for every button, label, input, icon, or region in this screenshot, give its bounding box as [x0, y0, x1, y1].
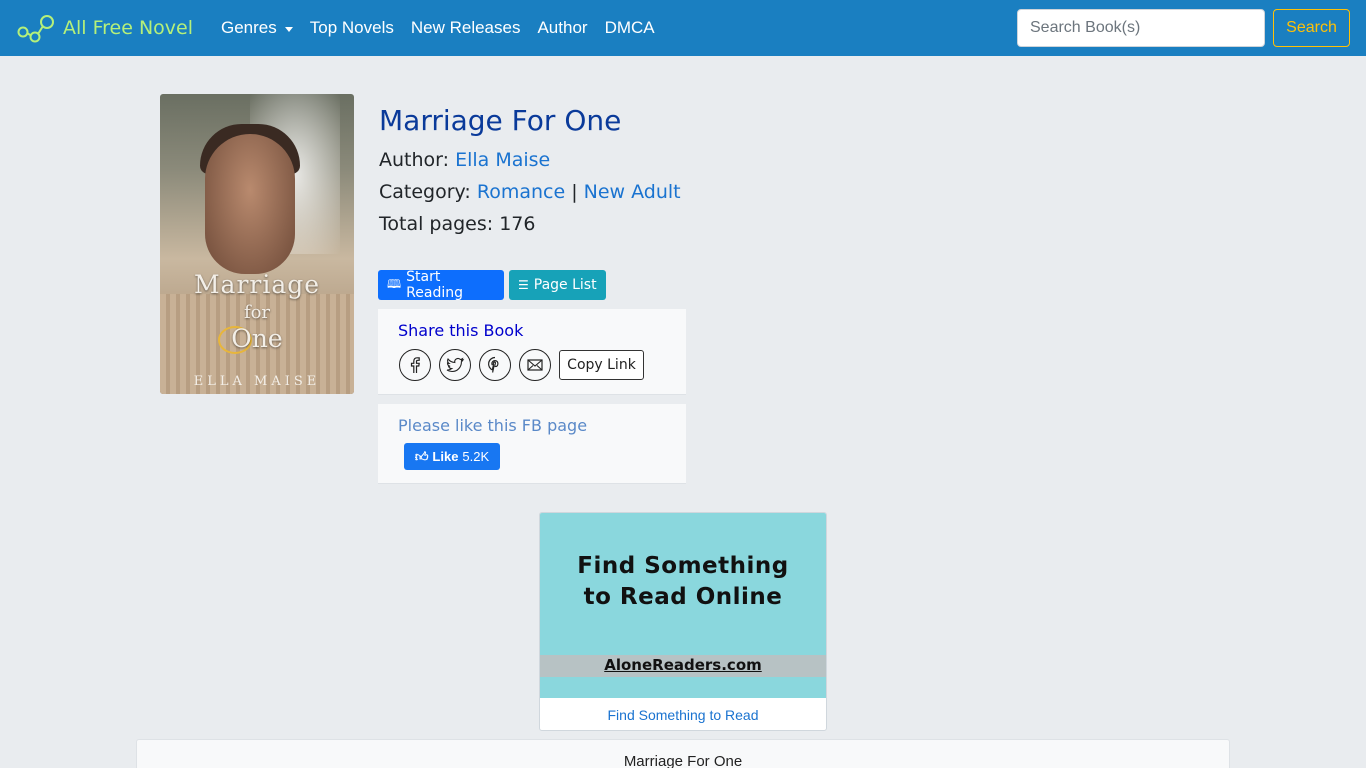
book-pages-line: Total pages: 176 — [379, 213, 535, 235]
thumbs-up-icon: 👍︎ — [414, 448, 429, 464]
copy-link-button[interactable]: Copy Link — [559, 350, 644, 380]
facebook-like-panel: Please like this FB page 👍︎ Like 5.2K — [378, 404, 686, 484]
brand-logo-icon — [17, 15, 54, 43]
facebook-icon — [410, 357, 420, 373]
cover-title-line2: for — [243, 302, 271, 323]
nav-genres-label: Genres — [221, 18, 277, 37]
page-list-button[interactable]: ☰ Page List — [509, 270, 606, 300]
ad-banner[interactable]: Find Something to Read Online AloneReade… — [539, 512, 827, 731]
pinterest-share-icon[interactable] — [479, 349, 511, 381]
category-separator: | — [565, 181, 584, 203]
ad-site-name: AloneReaders.com — [604, 656, 762, 674]
brand-logo-link[interactable]: All Free Novel — [17, 12, 193, 44]
book-author-line: Author: Ella Maise — [379, 149, 550, 171]
page-list-label: Page List — [533, 277, 597, 293]
cover-title-line3: One — [231, 324, 283, 353]
category-label: Category: — [379, 181, 477, 203]
ad-headline: Find Something to Read Online — [540, 551, 826, 613]
nav-links: Genres Top Novels New Releases Author DM… — [221, 0, 672, 56]
ad-headline-line1: Find Something — [577, 553, 789, 579]
cover-author: ELLA MAISE — [193, 374, 321, 389]
search-input[interactable] — [1017, 9, 1265, 47]
cover-face — [205, 134, 295, 274]
pinterest-icon — [488, 356, 499, 373]
envelope-icon — [527, 359, 543, 371]
caret-down-icon — [284, 26, 293, 32]
book-description-card: Marriage For One — [136, 739, 1230, 768]
fb-like-count: 5.2K — [462, 449, 490, 464]
start-reading-button[interactable]: 🕮 Start Reading — [378, 269, 504, 301]
nav-genres-dropdown[interactable]: Genres — [221, 18, 293, 38]
nav-new-releases[interactable]: New Releases — [411, 18, 521, 38]
fb-like-title: Please like this FB page — [398, 416, 588, 435]
search-button[interactable]: Search — [1273, 9, 1350, 47]
category-link-romance[interactable]: Romance — [477, 181, 565, 203]
cover-title-line1: Marriage — [193, 270, 321, 299]
book-category-line: Category: Romance | New Adult — [379, 181, 681, 203]
share-panel: Share this Book Copy Link — [378, 309, 686, 395]
brand-name: All Free Novel — [63, 17, 194, 39]
nav-dmca[interactable]: DMCA — [605, 18, 655, 38]
nav-top-novels[interactable]: Top Novels — [310, 18, 394, 38]
book-cover-image: Marriage for One ELLA MAISE — [160, 94, 354, 394]
twitter-icon — [446, 357, 465, 373]
card-title: Marriage For One — [623, 753, 743, 768]
book-title: Marriage For One — [379, 104, 622, 137]
facebook-share-icon[interactable] — [399, 349, 431, 381]
category-link-new-adult[interactable]: New Adult — [584, 181, 681, 203]
book-icon: 🕮 — [387, 276, 402, 291]
navbar: All Free Novel Genres Top Novels New Rel… — [0, 0, 1366, 56]
nav-author[interactable]: Author — [537, 18, 587, 38]
ad-caption-link[interactable]: Find Something to Read — [540, 707, 826, 723]
author-label: Author: — [379, 149, 456, 171]
ad-headline-line2: to Read Online — [583, 584, 783, 610]
pages-label: Total pages: — [379, 213, 500, 235]
start-reading-label: Start Reading — [406, 269, 463, 301]
fb-like-label: Like — [432, 449, 459, 464]
fb-like-button[interactable]: 👍︎ Like 5.2K — [404, 443, 500, 470]
ad-image: Find Something to Read Online AloneReade… — [540, 513, 826, 698]
list-icon: ☰ — [518, 278, 529, 292]
author-link[interactable]: Ella Maise — [455, 149, 550, 171]
twitter-share-icon[interactable] — [439, 349, 471, 381]
pages-count: 176 — [499, 213, 536, 235]
email-share-icon[interactable] — [519, 349, 551, 381]
share-title: Share this Book — [398, 321, 524, 340]
